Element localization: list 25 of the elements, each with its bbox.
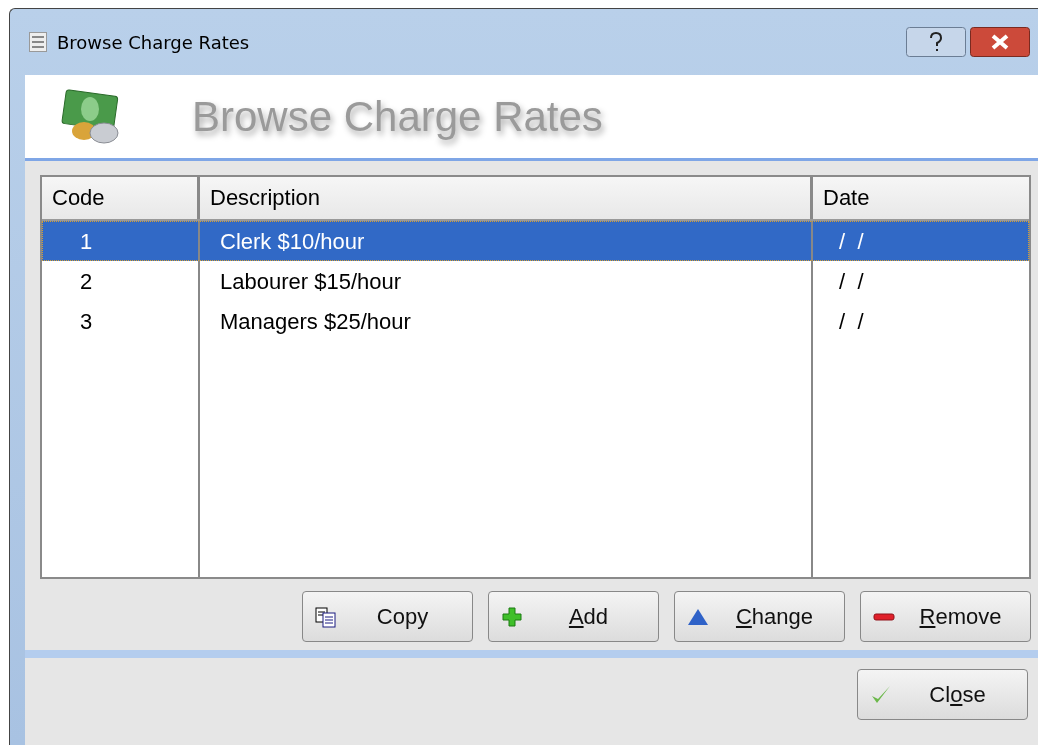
table-row[interactable]: 1 Clerk $10/hour / / (42, 221, 1029, 261)
remove-button[interactable]: Remove (860, 591, 1031, 642)
table-cell: 2 (42, 261, 200, 301)
table-cell: 1 (42, 221, 200, 261)
column-header[interactable]: Date (813, 177, 1029, 219)
plus-icon (501, 605, 523, 628)
table-cell: Managers $25/hour (200, 301, 813, 341)
table-row[interactable]: 2 Labourer $15/hour / / (42, 261, 1029, 301)
table-cell-text: / / (838, 268, 865, 296)
window-title: Browse Charge Rates (57, 31, 250, 53)
table-cell: 3 (42, 301, 200, 341)
copy-button[interactable]: Copy (302, 591, 473, 642)
help-icon[interactable] (906, 27, 966, 57)
table-cell-text: / / (838, 308, 865, 336)
close-button[interactable]: Close (857, 669, 1028, 720)
add-button[interactable]: Add (488, 591, 659, 642)
table-cell: Clerk $10/hour (200, 221, 813, 261)
header-title: Browse Charge Rates (192, 92, 603, 141)
table-cell: Labourer $15/hour (200, 261, 813, 301)
copy-icon (315, 605, 337, 628)
menu-icon[interactable] (29, 32, 47, 52)
table-row[interactable]: 3 Managers $25/hour / / (42, 301, 1029, 341)
close-icon[interactable] (970, 27, 1030, 57)
change-button[interactable]: Change (674, 591, 845, 642)
table-cell-text: / / (838, 228, 865, 256)
